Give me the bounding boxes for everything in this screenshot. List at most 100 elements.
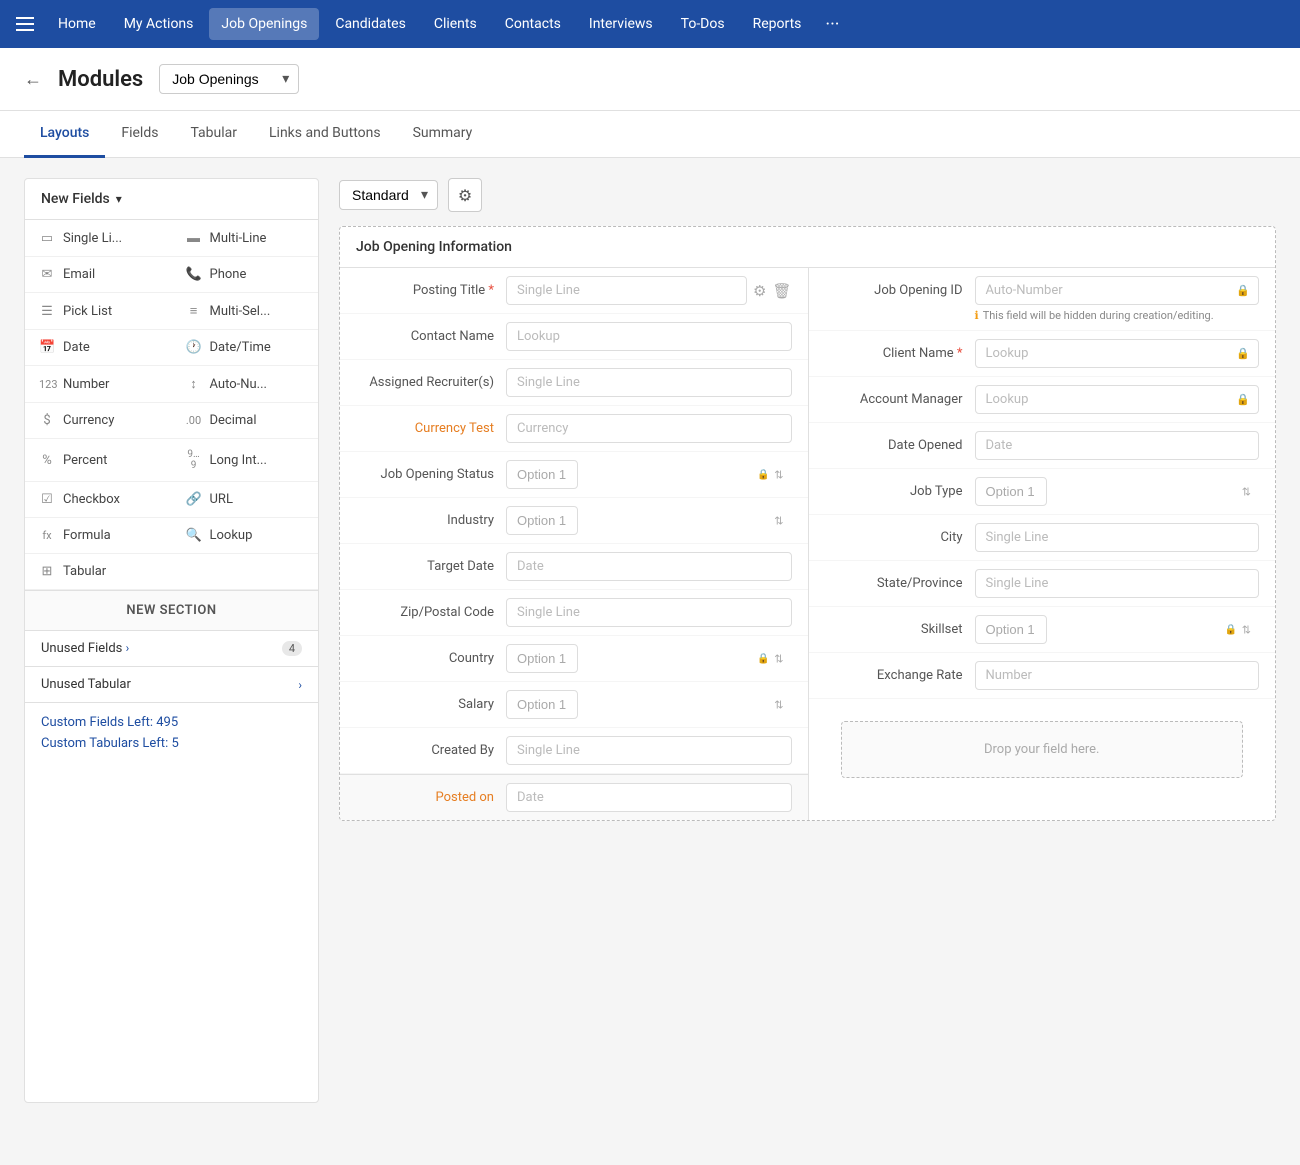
job-opening-status-wrapper: Option 1 bbox=[506, 460, 792, 489]
job-opening-id-info-text: This field will be hidden during creatio… bbox=[983, 309, 1214, 322]
field-datetime[interactable]: 🕐 Date/Time bbox=[172, 330, 319, 366]
checkbox-icon: ☑ bbox=[39, 492, 55, 507]
posted-on-input[interactable]: Date bbox=[506, 783, 792, 812]
field-decimal[interactable]: .00 Decimal bbox=[172, 403, 319, 439]
nav-reports[interactable]: Reports bbox=[741, 8, 814, 40]
nav-home[interactable]: Home bbox=[46, 8, 108, 40]
datetime-label: Date/Time bbox=[210, 340, 271, 355]
unused-tabular-section[interactable]: Unused Tabular › bbox=[25, 667, 318, 703]
field-percent[interactable]: % Percent bbox=[25, 439, 172, 482]
client-name-lock-icon: 🔒 bbox=[1236, 347, 1250, 360]
email-icon: ✉ bbox=[39, 267, 55, 282]
date-opened-input[interactable]: Date bbox=[975, 431, 1260, 460]
field-multi-select[interactable]: ≡ Multi-Sel... bbox=[172, 293, 319, 330]
field-long-int[interactable]: 9…9 Long Int... bbox=[172, 439, 319, 482]
nav-my-actions[interactable]: My Actions bbox=[112, 8, 206, 40]
field-number[interactable]: 123 Number bbox=[25, 366, 172, 403]
phone-icon: 📞 bbox=[186, 267, 202, 282]
more-menu-icon[interactable]: ··· bbox=[817, 6, 847, 43]
nav-contacts[interactable]: Contacts bbox=[493, 8, 573, 40]
trash-field-icon[interactable]: 🗑 bbox=[772, 282, 791, 300]
drop-zone[interactable]: Drop your field here. bbox=[841, 721, 1244, 778]
field-lookup[interactable]: 🔍 Lookup bbox=[172, 518, 319, 554]
nav-clients[interactable]: Clients bbox=[422, 8, 489, 40]
new-section-button[interactable]: NEW SECTION bbox=[25, 591, 318, 631]
target-date-input[interactable]: Date bbox=[506, 552, 792, 581]
field-tabular[interactable]: ⊞ Tabular bbox=[25, 554, 318, 590]
currency-test-input[interactable]: Currency bbox=[506, 414, 792, 443]
field-auto-number[interactable]: ↕ Auto-Nu... bbox=[172, 366, 319, 403]
single-line-icon: ▭ bbox=[39, 231, 55, 246]
industry-select[interactable]: Option 1 bbox=[506, 506, 578, 535]
gear-button[interactable]: ⚙ bbox=[448, 178, 482, 212]
nav-job-openings[interactable]: Job Openings bbox=[209, 8, 319, 40]
unused-fields-badge: 4 bbox=[282, 641, 302, 656]
job-opening-id-input[interactable]: Auto-Number 🔒 bbox=[975, 276, 1260, 305]
currency-test-label: Currency Test bbox=[356, 421, 506, 436]
new-fields-label: New Fields bbox=[41, 191, 110, 207]
state-province-input[interactable]: Single Line bbox=[975, 569, 1260, 598]
city-input[interactable]: Single Line bbox=[975, 523, 1260, 552]
email-label: Email bbox=[63, 267, 95, 282]
custom-fields-left-link[interactable]: Custom Fields Left: 495 bbox=[41, 715, 302, 730]
salary-select[interactable]: Option 1 bbox=[506, 690, 578, 719]
field-email[interactable]: ✉ Email bbox=[25, 257, 172, 293]
gear-field-icon[interactable]: ⚙ bbox=[753, 282, 766, 300]
custom-tabulars-left-link[interactable]: Custom Tabulars Left: 5 bbox=[41, 736, 302, 751]
unused-tabular-label: Unused Tabular bbox=[41, 677, 131, 692]
skillset-select[interactable]: Option 1 bbox=[975, 615, 1047, 644]
nav-interviews[interactable]: Interviews bbox=[577, 8, 665, 40]
nav-todos[interactable]: To-Dos bbox=[669, 8, 737, 40]
field-multi-line[interactable]: ▬ Multi-Line bbox=[172, 220, 319, 257]
date-opened-row: Date Opened Date bbox=[809, 423, 1276, 469]
currency-icon: $ bbox=[39, 413, 55, 428]
field-currency[interactable]: $ Currency bbox=[25, 403, 172, 439]
zip-code-input[interactable]: Single Line bbox=[506, 598, 792, 627]
client-name-input[interactable]: Lookup 🔒 bbox=[975, 339, 1260, 368]
contact-name-input[interactable]: Lookup bbox=[506, 322, 792, 351]
client-name-row: Client Name Lookup 🔒 bbox=[809, 331, 1276, 377]
tab-summary[interactable]: Summary bbox=[397, 111, 489, 158]
menu-icon[interactable] bbox=[16, 17, 34, 31]
posted-on-label: Posted on bbox=[356, 790, 506, 805]
job-type-select[interactable]: Option 1 bbox=[975, 477, 1047, 506]
page-header: ← Modules Job Openings bbox=[0, 48, 1300, 111]
posting-title-input[interactable]: Single Line bbox=[506, 276, 747, 305]
date-label: Date bbox=[63, 340, 90, 355]
account-manager-input[interactable]: Lookup 🔒 bbox=[975, 385, 1260, 414]
tab-tabular[interactable]: Tabular bbox=[174, 111, 253, 158]
field-url[interactable]: 🔗 URL bbox=[172, 482, 319, 518]
percent-label: Percent bbox=[63, 453, 107, 468]
contact-name-row: Contact Name Lookup bbox=[340, 314, 808, 360]
tab-links-and-buttons[interactable]: Links and Buttons bbox=[253, 111, 397, 158]
unused-fields-section[interactable]: Unused Fields › 4 bbox=[25, 631, 318, 667]
field-pick-list[interactable]: ☰ Pick List bbox=[25, 293, 172, 330]
nav-candidates[interactable]: Candidates bbox=[323, 8, 418, 40]
created-by-input[interactable]: Single Line bbox=[506, 736, 792, 765]
field-date[interactable]: 📅 Date bbox=[25, 330, 172, 366]
field-phone[interactable]: 📞 Phone bbox=[172, 257, 319, 293]
checkbox-label: Checkbox bbox=[63, 492, 120, 507]
industry-row: Industry Option 1 bbox=[340, 498, 808, 544]
module-dropdown[interactable]: Job Openings bbox=[159, 64, 299, 94]
country-select[interactable]: Option 1 bbox=[506, 644, 578, 673]
field-formula[interactable]: fx Formula bbox=[25, 518, 172, 554]
single-line-label: Single Li... bbox=[63, 231, 122, 246]
standard-dropdown[interactable]: Standard bbox=[339, 180, 438, 210]
city-label: City bbox=[825, 530, 975, 545]
job-opening-status-select[interactable]: Option 1 bbox=[506, 460, 578, 489]
tabular-label: Tabular bbox=[63, 564, 106, 579]
country-row: Country Option 1 bbox=[340, 636, 808, 682]
multi-select-label: Multi-Sel... bbox=[210, 304, 271, 319]
tab-fields[interactable]: Fields bbox=[105, 111, 174, 158]
assigned-recruiter-input[interactable]: Single Line bbox=[506, 368, 792, 397]
tab-layouts[interactable]: Layouts bbox=[24, 111, 105, 158]
lookup-icon: 🔍 bbox=[186, 528, 202, 543]
job-opening-id-row: Job Opening ID Auto-Number 🔒 bbox=[825, 276, 1260, 305]
fields-grid: ▭ Single Li... ▬ Multi-Line ✉ Email 📞 Ph… bbox=[25, 220, 318, 591]
field-checkbox[interactable]: ☑ Checkbox bbox=[25, 482, 172, 518]
back-button[interactable]: ← bbox=[24, 69, 42, 90]
salary-wrapper: Option 1 bbox=[506, 690, 792, 719]
exchange-rate-input[interactable]: Number bbox=[975, 661, 1260, 690]
field-single-line[interactable]: ▭ Single Li... bbox=[25, 220, 172, 257]
